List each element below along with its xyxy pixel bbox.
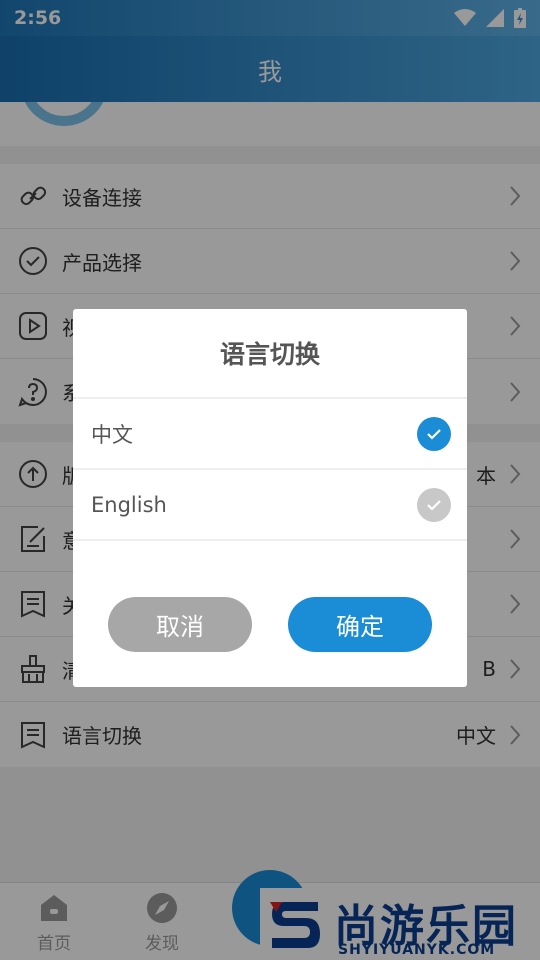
option-label: English (91, 492, 167, 517)
language-dialog: 语言切换 中文 English 取消 确定 (73, 309, 467, 687)
checked-icon (417, 416, 451, 451)
language-option-english[interactable]: English (73, 470, 467, 541)
cancel-button[interactable]: 取消 (108, 597, 252, 652)
option-label: 中文 (91, 422, 133, 447)
unchecked-icon (417, 487, 451, 522)
language-option-chinese[interactable]: 中文 (73, 399, 467, 470)
dialog-title: 语言切换 (73, 309, 467, 399)
confirm-button[interactable]: 确定 (288, 597, 432, 652)
